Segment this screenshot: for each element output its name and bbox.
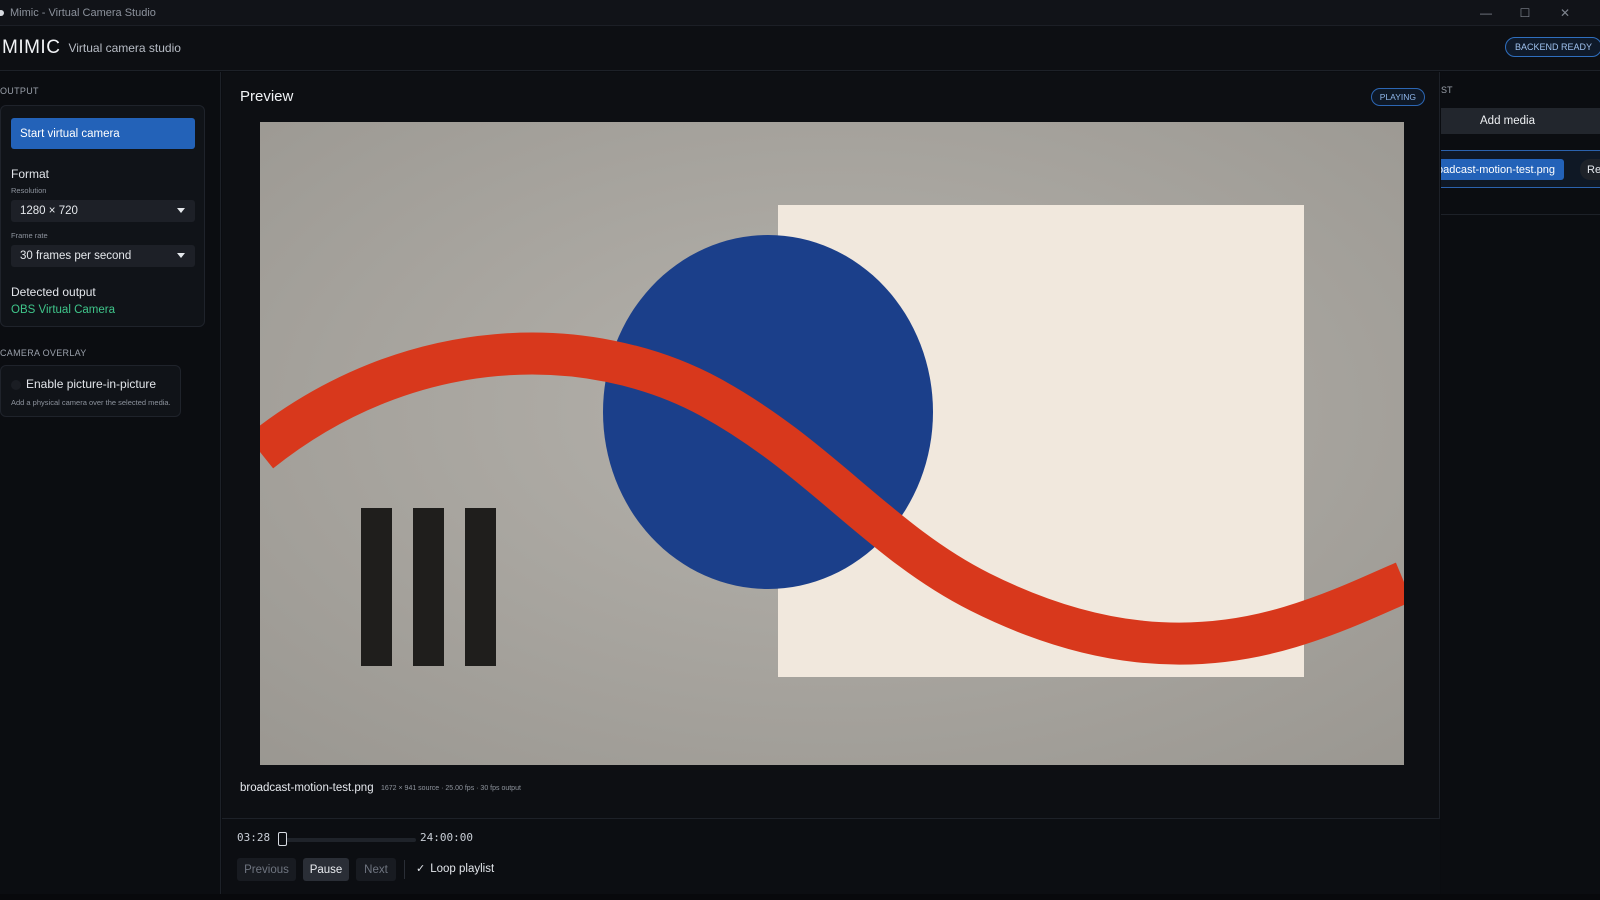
current-media-meta: 1672 × 941 source · 25.00 fps · 30 fps o… (381, 785, 521, 792)
brand-logo: MIMIC (2, 37, 61, 58)
playlist-section-label: ST (1441, 85, 1453, 95)
app-icon (0, 9, 4, 16)
pip-toggle[interactable] (11, 380, 21, 390)
add-media-button[interactable]: Add media (1441, 108, 1600, 134)
detected-output-value: OBS Virtual Camera (11, 304, 115, 316)
maximize-icon[interactable]: ☐ (1505, 0, 1545, 26)
total-duration: 24:00:00 (420, 831, 473, 844)
close-icon[interactable]: ✕ (1545, 0, 1585, 26)
pip-card: Enable picture-in-picture Add a physical… (0, 365, 181, 417)
camera-overlay-section-label: CAMERA OVERLAY (0, 348, 87, 358)
preview-panel: Preview PLAYING broadcast-motion-test.pn… (222, 72, 1440, 894)
remove-item-button[interactable]: Re (1580, 159, 1600, 180)
playback-status-badge: PLAYING (1370, 88, 1425, 106)
transport-bar: 03:28 24:00:00 Previous Pause Next ✓ Loo… (222, 818, 1440, 894)
artwork-black-bar (465, 508, 496, 666)
resolution-value: 1280 × 720 (20, 205, 78, 217)
playlist-divider (1441, 214, 1600, 215)
loop-playlist-checkbox[interactable]: ✓ Loop playlist (416, 862, 495, 876)
minimize-icon[interactable]: — (1466, 0, 1506, 26)
window-titlebar: Mimic - Virtual Camera Studio — ☐ ✕ (0, 0, 1600, 26)
transport-divider (404, 860, 405, 879)
framerate-label: Frame rate (11, 231, 48, 240)
chevron-down-icon (177, 208, 185, 213)
framerate-value: 30 frames per second (20, 250, 132, 262)
seek-slider-handle[interactable] (278, 832, 288, 846)
start-virtual-camera-button[interactable]: Start virtual camera (11, 118, 195, 149)
playlist-item-row[interactable]: oadcast-motion-test.png Re (1441, 150, 1600, 188)
resolution-label: Resolution (11, 186, 47, 195)
output-section-label: OUTPUT (0, 86, 39, 96)
resolution-select[interactable]: 1280 × 720 (11, 200, 195, 222)
output-card: Start virtual camera Format Resolution 1… (0, 105, 205, 327)
window-bottom-edge (0, 894, 1600, 900)
elapsed-time: 03:28 (237, 831, 271, 844)
window-title: Mimic - Virtual Camera Studio (10, 6, 156, 19)
next-button[interactable]: Next (356, 858, 396, 881)
seek-slider[interactable] (284, 838, 416, 842)
format-title: Format (11, 167, 50, 181)
detected-output-title: Detected output (11, 285, 96, 299)
pip-hint: Add a physical camera over the selected … (11, 398, 171, 407)
brand-tagline: Virtual camera studio (68, 41, 181, 55)
framerate-select[interactable]: 30 frames per second (11, 245, 195, 267)
loop-playlist-label: Loop playlist (430, 862, 495, 875)
playlist-panel: ST Add media oadcast-motion-test.png Re (1441, 72, 1600, 894)
preview-canvas (260, 122, 1404, 765)
backend-status-badge: BACKEND READY (1504, 37, 1600, 57)
pip-label[interactable]: Enable picture-in-picture (26, 377, 156, 391)
previous-button[interactable]: Previous (237, 858, 296, 881)
chevron-down-icon (177, 253, 185, 258)
pause-button[interactable]: Pause (303, 858, 349, 881)
app-header: MIMIC Virtual camera studio BACKEND READ… (0, 26, 1600, 71)
playlist-item-name[interactable]: oadcast-motion-test.png (1441, 159, 1565, 180)
artwork-black-bar (413, 508, 444, 666)
current-media-name: broadcast-motion-test.png (240, 782, 374, 794)
preview-artwork (260, 122, 1404, 765)
preview-title: Preview (240, 88, 294, 105)
left-sidebar: OUTPUT Start virtual camera Format Resol… (0, 72, 221, 894)
artwork-black-bar (361, 508, 392, 666)
checkmark-icon: ✓ (416, 863, 426, 875)
